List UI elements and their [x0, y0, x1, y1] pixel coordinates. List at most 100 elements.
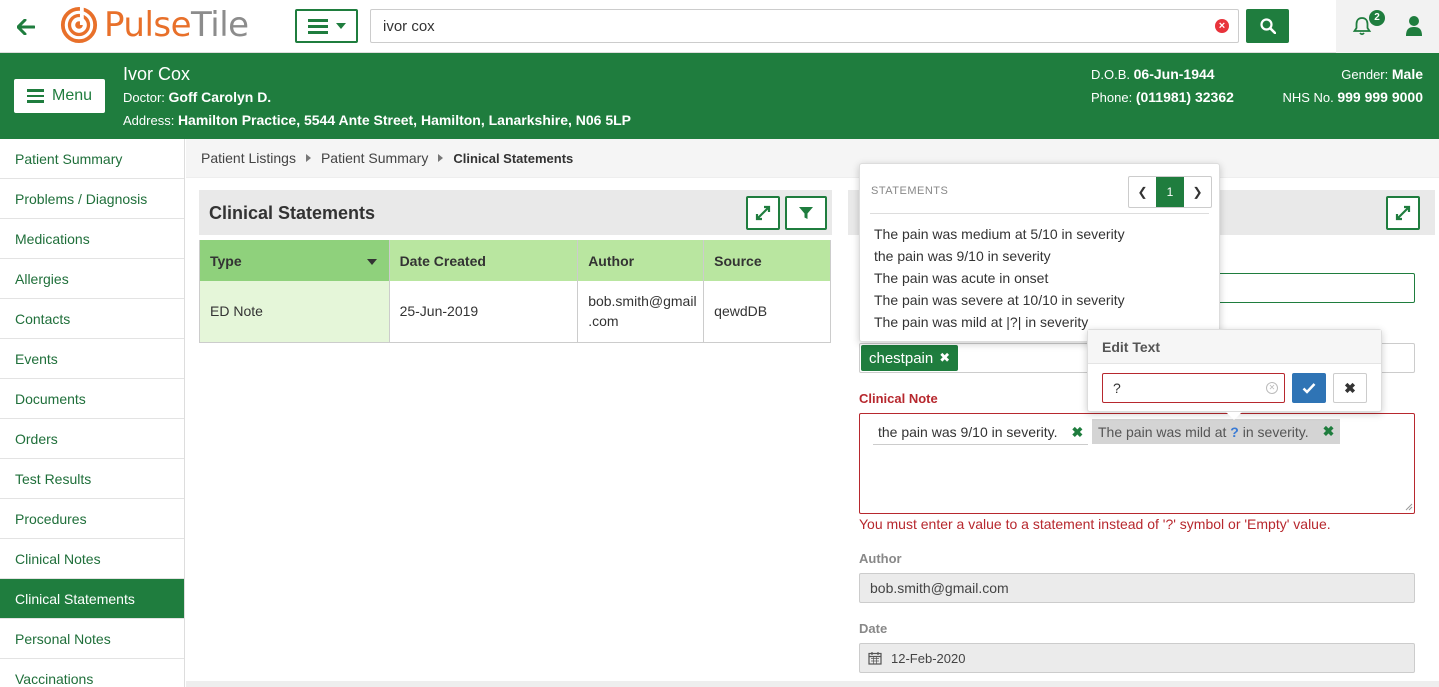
- date-field: 12-Feb-2020: [859, 643, 1415, 673]
- statement-text: The pain was mild at ? in severity.: [1098, 423, 1309, 440]
- statement-placeholder[interactable]: ?: [1230, 424, 1239, 440]
- expand-icon: [1395, 205, 1411, 221]
- statement-option[interactable]: The pain was acute in onset: [874, 267, 1125, 289]
- sidebar: Patient Summary Problems / Diagnosis Med…: [0, 139, 185, 687]
- patient-banner: Menu Ivor Cox Doctor: Goff Carolyn D. Ad…: [0, 53, 1439, 139]
- divider: [870, 213, 1209, 214]
- sidebar-item-clinical-notes[interactable]: Clinical Notes: [0, 539, 184, 579]
- remove-statement-icon[interactable]: ✖: [1072, 424, 1084, 441]
- patient-address: Address: Hamilton Practice, 5544 Ante St…: [123, 112, 632, 128]
- statement-chip[interactable]: the pain was 9/10 in severity. ✖: [873, 420, 1089, 445]
- statements-popup: STATEMENTS ❮ 1 ❯ The pain was medium at …: [859, 163, 1220, 342]
- statement-option[interactable]: The pain was medium at 5/10 in severity: [874, 223, 1125, 245]
- search-button[interactable]: [1246, 9, 1289, 43]
- sidebar-item-personal-notes[interactable]: Personal Notes: [0, 619, 184, 659]
- author-field: bob.smith@gmail.com: [859, 573, 1415, 603]
- patient-name: Ivor Cox: [123, 64, 191, 84]
- patient-doctor: Doctor: Goff Carolyn D.: [123, 89, 272, 105]
- breadcrumb: Patient Listings Patient Summary Clinica…: [186, 139, 1439, 178]
- back-button[interactable]: [0, 0, 52, 53]
- sidebar-item-allergies[interactable]: Allergies: [0, 259, 184, 299]
- user-icon: [1406, 16, 1422, 36]
- sidebar-item-test-results[interactable]: Test Results: [0, 459, 184, 499]
- date-label: Date: [859, 621, 888, 636]
- list-panel-header: Clinical Statements: [199, 190, 832, 235]
- sort-caret-icon: [366, 258, 377, 265]
- sidebar-item-patient-summary[interactable]: Patient Summary: [0, 139, 184, 179]
- notification-count-badge: 2: [1369, 10, 1385, 26]
- patient-phone: Phone: (011981) 32362: [1091, 89, 1234, 105]
- tag-chip[interactable]: chestpain ✖: [861, 345, 959, 371]
- hamburger-icon: [26, 89, 44, 103]
- column-header-date[interactable]: Date Created: [389, 240, 579, 281]
- panel-title: Clinical Statements: [209, 203, 376, 223]
- table-row[interactable]: ED Note 25-Jun-2019 bob.smith@gmail .com …: [199, 281, 831, 343]
- resize-handle-icon[interactable]: [1405, 503, 1413, 511]
- statement-option[interactable]: The pain was severe at 10/10 in severity: [874, 289, 1125, 311]
- statements-pager: ❮ 1 ❯: [1128, 176, 1212, 208]
- sidebar-item-vaccinations[interactable]: Vaccinations: [0, 659, 184, 687]
- clear-search-icon[interactable]: ×: [1215, 19, 1229, 33]
- calendar-icon: [868, 652, 882, 665]
- clinical-note-label: Clinical Note: [859, 391, 938, 406]
- user-menu-button[interactable]: [1405, 15, 1423, 40]
- search-input[interactable]: [370, 9, 1239, 43]
- pulsetile-logo[interactable]: PulseTile: [60, 6, 249, 44]
- validation-error: You must enter a value to a statement in…: [859, 516, 1331, 532]
- breadcrumb-arrow-icon: [438, 154, 444, 162]
- sidebar-item-orders[interactable]: Orders: [0, 419, 184, 459]
- prev-page-button[interactable]: ❮: [1129, 177, 1156, 207]
- sidebar-item-clinical-statements[interactable]: Clinical Statements: [0, 579, 184, 619]
- main-menu-dropdown[interactable]: [295, 9, 358, 43]
- statement-chip-editing[interactable]: The pain was mild at ? in severity. ✖: [1092, 419, 1341, 444]
- detail-expand-button[interactable]: [1386, 196, 1420, 230]
- sidebar-item-problems[interactable]: Problems / Diagnosis: [0, 179, 184, 219]
- column-header-author[interactable]: Author: [577, 240, 705, 281]
- cell-author: bob.smith@gmail .com: [577, 281, 705, 343]
- remove-statement-icon[interactable]: ✖: [1323, 423, 1335, 440]
- patient-gender: Gender: Male: [1341, 66, 1423, 82]
- clear-input-icon[interactable]: ✕: [1266, 382, 1278, 394]
- patient-dob: D.O.B. 06-Jun-1944: [1091, 66, 1215, 82]
- edit-text-title: Edit Text: [1088, 330, 1381, 364]
- breadcrumb-patient-listings[interactable]: Patient Listings: [201, 150, 296, 166]
- filter-button[interactable]: [785, 196, 827, 230]
- patient-nhs-number: NHS No. 999 999 9000: [1282, 89, 1423, 105]
- hamburger-icon: [307, 18, 328, 34]
- breadcrumb-patient-summary[interactable]: Patient Summary: [321, 150, 428, 166]
- popover-arrow: [1226, 412, 1242, 420]
- confirm-edit-button[interactable]: [1292, 373, 1326, 403]
- cancel-edit-button[interactable]: ✖: [1333, 373, 1367, 403]
- sidebar-item-contacts[interactable]: Contacts: [0, 299, 184, 339]
- caret-down-icon: [335, 23, 346, 29]
- column-header-source[interactable]: Source: [703, 240, 831, 281]
- column-header-type[interactable]: Type: [199, 240, 390, 281]
- arrow-left-icon: [17, 18, 35, 35]
- sidebar-item-events[interactable]: Events: [0, 339, 184, 379]
- expand-button[interactable]: [746, 196, 780, 230]
- next-page-button[interactable]: ❯: [1184, 177, 1211, 207]
- sidebar-item-procedures[interactable]: Procedures: [0, 499, 184, 539]
- statement-text: the pain was 9/10 in severity.: [878, 424, 1058, 440]
- page-bottom-strip: [186, 681, 1439, 687]
- logo-text: PulseTile: [104, 5, 249, 45]
- column-label: Type: [210, 252, 242, 269]
- breadcrumb-arrow-icon: [305, 154, 311, 162]
- statement-option[interactable]: the pain was 9/10 in severity: [874, 245, 1125, 267]
- edit-text-input[interactable]: [1102, 373, 1285, 403]
- sidebar-menu-button[interactable]: Menu: [14, 79, 105, 113]
- statements-popup-title: STATEMENTS: [871, 185, 949, 197]
- tag-label: chestpain: [869, 349, 934, 367]
- sidebar-item-documents[interactable]: Documents: [0, 379, 184, 419]
- cell-source: qewdDB: [703, 281, 831, 343]
- current-page-button[interactable]: 1: [1156, 177, 1184, 207]
- statements-table: Type Date Created Author Source ED Note …: [199, 240, 831, 343]
- close-icon: ✖: [1344, 379, 1356, 396]
- sidebar-item-medications[interactable]: Medications: [0, 219, 184, 259]
- remove-tag-icon[interactable]: ✖: [939, 350, 950, 366]
- author-label: Author: [859, 551, 902, 566]
- edit-text-popup: Edit Text ✕ ✖: [1087, 329, 1382, 420]
- menu-label: Menu: [51, 87, 93, 104]
- filter-icon: [799, 207, 813, 219]
- pulsetile-logo-icon: [60, 6, 98, 44]
